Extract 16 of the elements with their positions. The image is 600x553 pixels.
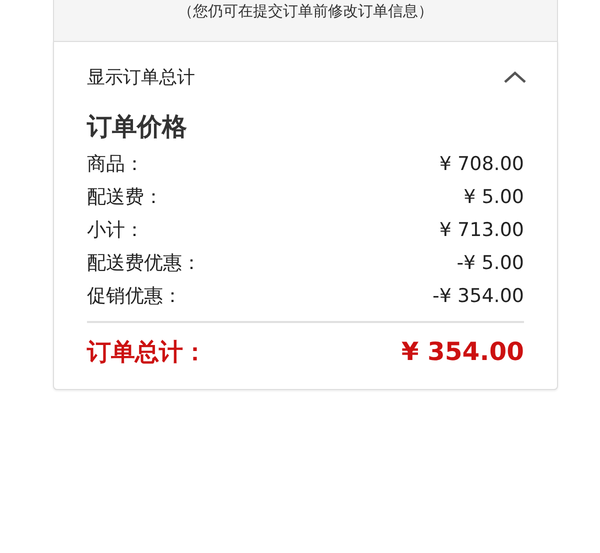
price-label: 促销优惠： (87, 284, 182, 310)
price-value: -¥ 5.00 (456, 251, 524, 276)
price-label: 小计： (87, 218, 144, 244)
price-value: ¥ 713.00 (439, 218, 524, 244)
summary-toggle[interactable]: 显示订单总计 (54, 42, 557, 112)
price-label: 配送费优惠： (87, 251, 201, 276)
price-value: ¥ 5.00 (464, 185, 524, 210)
chevron-icon (503, 70, 527, 84)
total-value: ¥ 354.00 (401, 337, 524, 367)
price-label: 配送费： (87, 185, 163, 210)
section-heading: 订单价格 (87, 112, 188, 142)
price-value: -¥ 354.00 (432, 284, 524, 310)
notice-text: （您仍可在提交订单前修改订单信息） (178, 2, 433, 22)
price-value: ¥ 708.00 (439, 152, 524, 178)
total-label: 订单总计： (87, 337, 207, 367)
price-label: 商品： (87, 152, 144, 178)
